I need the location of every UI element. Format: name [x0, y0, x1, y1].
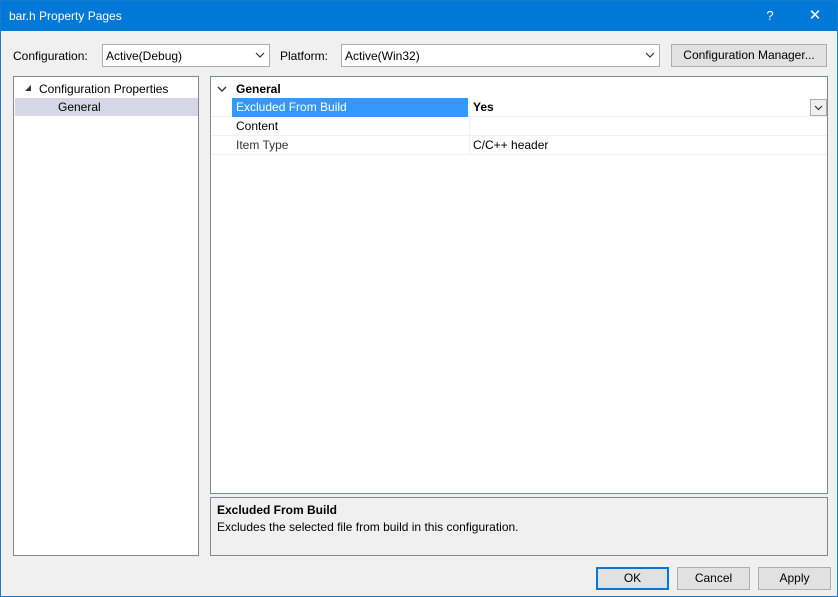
tree-item-label: Configuration Properties	[39, 82, 169, 96]
window-title: bar.h Property Pages	[9, 9, 122, 23]
expanded-triangle-icon[interactable]	[23, 83, 33, 93]
property-value[interactable]	[469, 117, 827, 136]
property-row-item-type[interactable]: Item Type C/C++ header	[211, 136, 827, 155]
help-button[interactable]: ?	[750, 1, 790, 31]
property-value-text: Yes	[473, 100, 494, 114]
platform-value: Active(Win32)	[345, 49, 420, 63]
property-name[interactable]: Item Type	[232, 136, 468, 155]
configuration-manager-button[interactable]: Configuration Manager...	[671, 44, 827, 67]
property-value[interactable]: Yes	[469, 98, 827, 117]
apply-button[interactable]: Apply	[758, 567, 831, 590]
property-row-excluded-from-build[interactable]: Excluded From Build Yes	[211, 98, 827, 117]
property-pages-dialog: bar.h Property Pages ? ✕ Configuration: …	[0, 0, 838, 597]
collapse-chevron-icon[interactable]	[217, 85, 227, 93]
cancel-button[interactable]: Cancel	[677, 567, 750, 590]
description-panel: Excluded From Build Excludes the selecte…	[210, 497, 828, 556]
ok-button[interactable]: OK	[596, 567, 669, 590]
configuration-label: Configuration:	[13, 49, 88, 63]
tree-item-label: General	[58, 100, 101, 114]
property-name[interactable]: Excluded From Build	[232, 98, 468, 117]
chevron-down-icon	[814, 105, 823, 111]
tree-item-configuration-properties[interactable]: Configuration Properties	[14, 80, 198, 98]
configuration-value: Active(Debug)	[106, 49, 183, 63]
chevron-down-icon	[645, 52, 655, 58]
platform-label: Platform:	[280, 49, 329, 63]
description-text: Excludes the selected file from build in…	[217, 520, 519, 534]
property-value[interactable]: C/C++ header	[469, 136, 827, 155]
platform-combobox[interactable]: Active(Win32)	[341, 44, 660, 67]
configuration-combobox[interactable]: Active(Debug)	[102, 44, 270, 67]
value-dropdown-button[interactable]	[810, 99, 827, 116]
category-general[interactable]: General	[211, 79, 827, 98]
chevron-down-icon	[255, 52, 265, 58]
property-row-content[interactable]: Content	[211, 117, 827, 136]
property-grid[interactable]: General Excluded From Build Yes Content …	[210, 76, 828, 494]
category-label: General	[236, 82, 281, 96]
title-bar[interactable]: bar.h Property Pages ? ✕	[1, 1, 837, 31]
configuration-tree[interactable]: Configuration Properties General	[13, 76, 199, 556]
tree-item-general[interactable]: General	[15, 98, 198, 116]
property-name[interactable]: Content	[232, 117, 468, 136]
description-title: Excluded From Build	[217, 503, 338, 517]
close-button[interactable]: ✕	[795, 1, 835, 31]
